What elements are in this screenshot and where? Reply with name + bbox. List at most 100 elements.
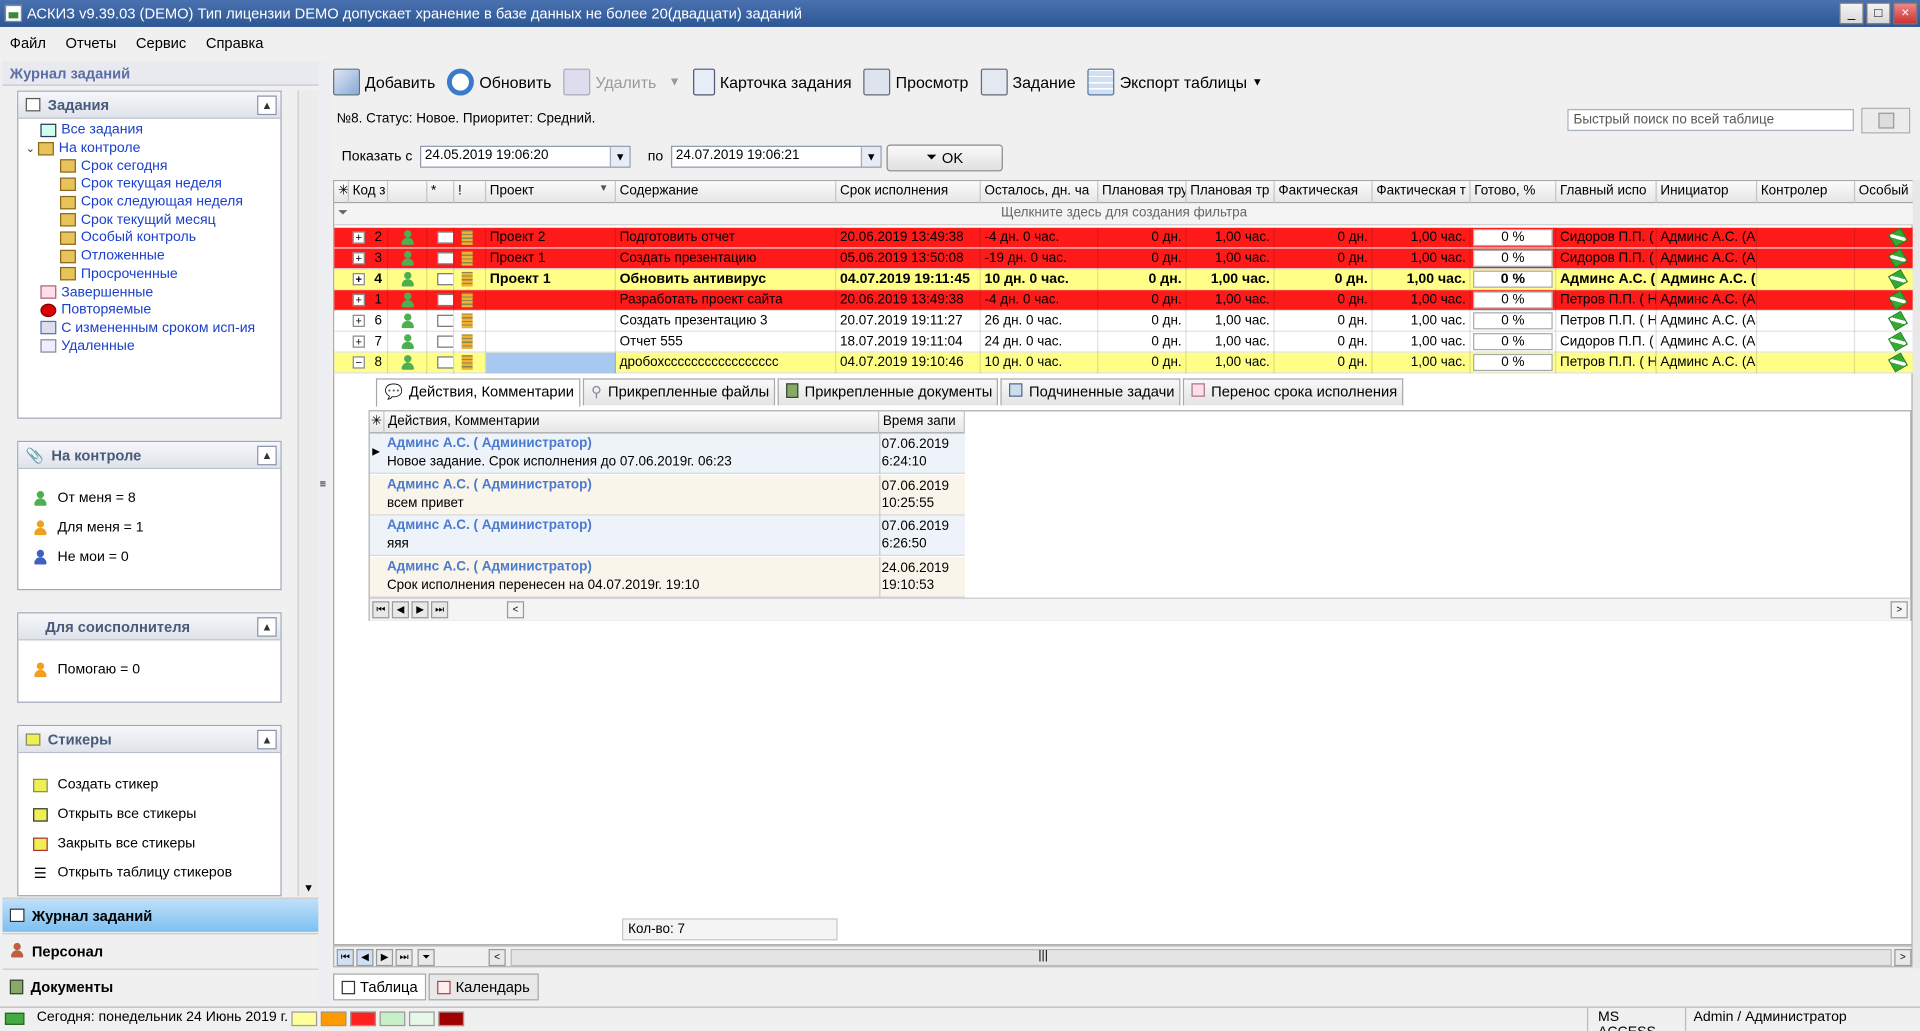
stat-not-mine[interactable]: Не мои = 0 [33, 542, 280, 571]
filter-icon[interactable]: ⏷ [417, 948, 435, 967]
export-table-button[interactable]: Экспорт таблицы ▼ [1087, 68, 1263, 96]
next-record-icon[interactable]: ▶ [411, 601, 429, 619]
col-time[interactable]: Время запи [879, 411, 965, 434]
close-button[interactable]: × [1893, 2, 1918, 25]
stat-from-me[interactable]: От меня = 8 [33, 484, 280, 513]
tab-calendar[interactable]: Календарь [428, 973, 539, 1001]
collapse-icon[interactable]: ▲ [257, 729, 277, 750]
scroll-left-icon[interactable]: < [488, 948, 506, 967]
col-code[interactable]: Код з [349, 181, 389, 204]
tree-item-changed-due[interactable]: С измененным сроком исп-ия [18, 319, 280, 337]
col-content[interactable]: Содержание [616, 181, 837, 204]
col-main-executor[interactable]: Главный испо [1556, 181, 1657, 204]
comment-row[interactable]: Админс А.С. ( Администратор) яяя 07.06.201… [369, 515, 965, 556]
chevron-down-icon[interactable]: ⌄ [26, 141, 38, 154]
stat-helping[interactable]: Помогаю = 0 [33, 655, 280, 684]
col-priority[interactable]: ! [454, 181, 487, 204]
col-project[interactable]: Проект [486, 181, 616, 204]
nav-journal[interactable]: Журнал заданий [2, 897, 319, 932]
table-row[interactable]: +3 Проект 1 Создать презентацию 05.06.2019 … [334, 248, 1914, 270]
col-remaining[interactable]: Осталось, дн. ча [981, 181, 1099, 204]
tree-item-today[interactable]: Срок сегодня [18, 157, 280, 175]
tab-table[interactable]: Таблица [333, 973, 427, 1001]
menu-help[interactable]: Справка [196, 34, 273, 51]
table-row[interactable]: +2 Проект 2 Подготовить отчет 20.06.2019 13… [334, 227, 1914, 249]
task-button[interactable]: Задание [980, 68, 1076, 96]
first-record-icon[interactable]: ⏮ [336, 948, 354, 967]
tree-item-postponed[interactable]: Отложенные [18, 247, 280, 265]
menu-reports[interactable]: Отчеты [56, 34, 126, 51]
col-plan-hours[interactable]: Плановая тр [1187, 181, 1275, 204]
table-row[interactable]: +1 Разработать проект сайта 20.06.2019 13:… [334, 290, 1914, 312]
col-plan-days[interactable]: Плановая тру [1098, 181, 1187, 204]
scroll-right-icon[interactable]: > [1890, 601, 1908, 619]
tree-item-overdue[interactable]: Просроченные [18, 265, 280, 283]
menu-file[interactable]: Файл [0, 34, 56, 51]
splitter[interactable]: ≡ [318, 61, 330, 1005]
col-fact-hours[interactable]: Фактическая т [1373, 181, 1471, 204]
next-record-icon[interactable]: ▶ [375, 948, 394, 967]
col-initiator[interactable]: Инициатор [1657, 181, 1758, 204]
chevron-down-icon[interactable]: ▼ [609, 146, 630, 167]
tree-item-completed[interactable]: Завершенные [18, 283, 280, 301]
tree-item-this-month[interactable]: Срок текущий месяц [18, 211, 280, 229]
stat-for-me[interactable]: Для меня = 1 [33, 513, 280, 542]
prev-record-icon[interactable]: ◀ [391, 601, 409, 619]
prev-record-icon[interactable]: ◀ [356, 948, 374, 967]
date-to-field[interactable]: 24.07.2019 19:06:21 ▼ [671, 145, 882, 168]
tree-item-special[interactable]: Особый контроль [18, 229, 280, 247]
tree-item-all[interactable]: Все задания [18, 121, 280, 139]
maximize-button[interactable]: □ [1866, 2, 1891, 25]
tab-actions-comments[interactable]: 💬 Действия, Комментарии [375, 378, 581, 407]
stickers-table-button[interactable]: ☰ Открыть таблицу стикеров [33, 858, 280, 887]
collapse-icon[interactable]: ▲ [257, 95, 277, 116]
close-stickers-button[interactable]: Закрыть все стикеры [33, 829, 280, 858]
last-record-icon[interactable]: ⏭ [395, 948, 413, 967]
col-user-icon[interactable] [388, 181, 428, 204]
tree-item-deleted[interactable]: Удаленные [18, 337, 280, 355]
left-scrollbar[interactable]: ▼ [297, 90, 319, 897]
collapse-icon[interactable]: ▲ [257, 445, 277, 466]
collapse-icon[interactable]: ▲ [257, 617, 277, 637]
col-ready[interactable]: Готово, % [1471, 181, 1557, 204]
delete-button[interactable]: Удалить ▼ [563, 68, 681, 96]
add-button[interactable]: Добавить [333, 68, 435, 96]
comment-row[interactable]: Админс А.С. ( Администратор) Срок исполне… [369, 556, 965, 597]
col-actions[interactable]: Действия, Комментарии [384, 411, 880, 434]
tree-item-this-week[interactable]: Срок текущая неделя [18, 175, 280, 193]
comment-row[interactable]: ▶ Админс А.С. ( Администратор) Новое задан… [369, 433, 965, 474]
table-row[interactable]: +4 Проект 1 Обновить антивирус 04.07.2019 1… [334, 269, 1914, 291]
col-special[interactable]: Особый [1855, 181, 1914, 204]
create-sticker-button[interactable]: Создать стикер [33, 770, 280, 799]
grid-filter-row[interactable]: ⏷ Щелкните здесь для создания фильтра [334, 203, 1914, 226]
scroll-left-icon[interactable]: < [506, 601, 525, 619]
table-row[interactable]: +6 Создать презентацию 3 20.07.2019 19:11:… [334, 311, 1914, 332]
minimize-button[interactable]: _ [1839, 2, 1864, 25]
first-record-icon[interactable]: ⏮ [372, 601, 390, 619]
ok-button[interactable]: ⏷ OK [886, 144, 1003, 172]
table-row[interactable]: +7 Отчет 555 18.07.2019 19:11:04 24 дн. 0 ч… [334, 331, 1914, 353]
scroll-right-icon[interactable]: > [1894, 948, 1912, 967]
tab-due-transfer[interactable]: Перенос срока исполнения [1183, 378, 1404, 406]
task-card-button[interactable]: Карточка задания [692, 68, 852, 96]
tree-item-next-week[interactable]: Срок следующая неделя [18, 193, 280, 211]
tree-item-control[interactable]: ⌄ На контроле [18, 139, 280, 157]
comment-row[interactable]: Админс А.С. ( Администратор) всем привет 0… [369, 474, 965, 515]
quick-search-input[interactable]: Быстрый поиск по всей таблице [1567, 108, 1854, 132]
nav-staff[interactable]: Персонал [2, 933, 319, 968]
col-fact-days[interactable]: Фактическая [1275, 181, 1373, 204]
chevron-down-icon[interactable]: ▼ [860, 146, 881, 167]
preview-button[interactable]: Просмотр [863, 68, 968, 96]
search-clear-button[interactable] [1861, 107, 1911, 134]
last-record-icon[interactable]: ⏭ [431, 601, 449, 619]
col-mail[interactable]: * [427, 181, 455, 204]
tab-attached-documents[interactable]: Прикрепленные документы [777, 378, 999, 406]
date-from-field[interactable]: 24.05.2019 19:06:20 ▼ [420, 145, 631, 168]
col-controller[interactable]: Контролер [1757, 181, 1856, 204]
tab-subtasks[interactable]: Подчиненные задачи [1000, 378, 1181, 406]
chevron-down-icon[interactable]: ▼ [669, 75, 681, 88]
scroll-down-icon[interactable]: ▼ [300, 882, 317, 894]
col-due[interactable]: Срок исполнения [836, 181, 981, 204]
tree-item-repeated[interactable]: Повторяемые [18, 301, 280, 319]
horizontal-scrollbar[interactable]: ||| [510, 948, 1892, 967]
